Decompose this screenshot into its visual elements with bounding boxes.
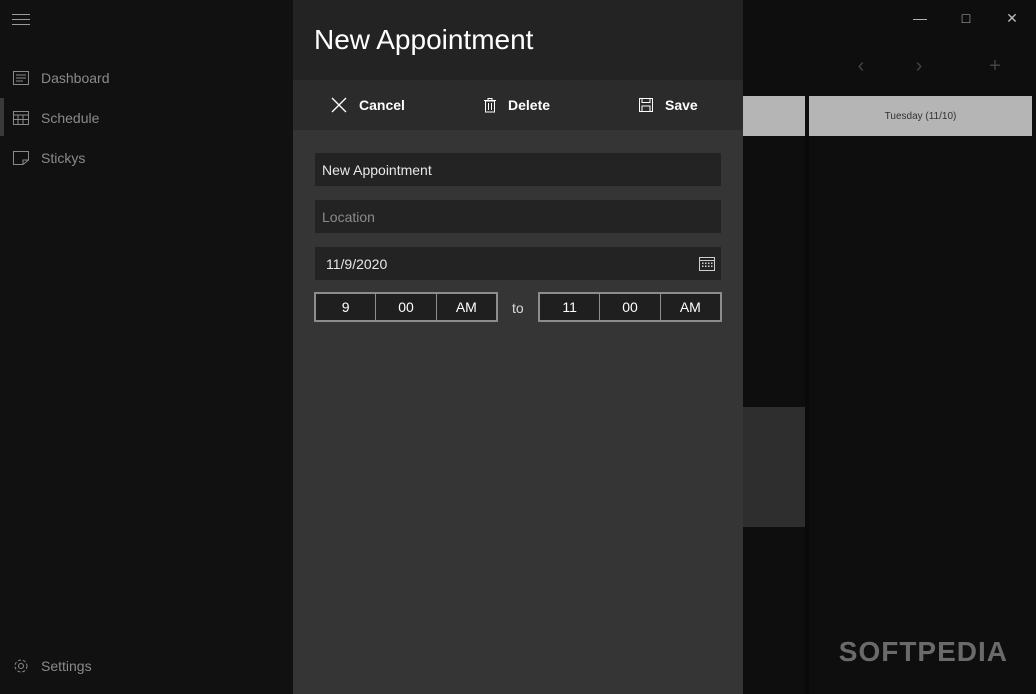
close-window-icon[interactable]: ✕ bbox=[1002, 8, 1022, 28]
delete-button[interactable]: Delete bbox=[484, 80, 550, 130]
appointment-title-input[interactable]: New Appointment bbox=[315, 153, 721, 186]
day-header-tuesday[interactable]: Tuesday (11/10) bbox=[809, 96, 1032, 136]
time-range-separator: to bbox=[512, 300, 524, 316]
nav-item-label: Settings bbox=[41, 658, 92, 674]
start-minute[interactable]: 00 bbox=[376, 294, 437, 320]
watermark-logo: SOFTPEDIA bbox=[838, 636, 1008, 667]
dialog-header: New Appointment bbox=[293, 0, 743, 80]
location-input[interactable]: Location bbox=[315, 200, 721, 233]
nav-item-label: Stickys bbox=[41, 150, 86, 166]
day-header-monday[interactable] bbox=[743, 96, 805, 136]
dialog-title: New Appointment bbox=[314, 24, 534, 55]
add-appointment-icon[interactable]: + bbox=[983, 54, 1007, 78]
date-value: 11/9/2020 bbox=[326, 255, 388, 272]
trash-icon bbox=[484, 97, 496, 112]
end-time-picker[interactable]: 11 00 AM bbox=[538, 292, 722, 322]
appointment-block[interactable] bbox=[743, 407, 805, 527]
save-icon bbox=[639, 98, 653, 112]
previous-week-icon[interactable]: ‹ bbox=[849, 54, 873, 78]
end-period[interactable]: AM bbox=[661, 294, 720, 320]
nav-item-stickys[interactable]: Stickys bbox=[0, 138, 293, 178]
day-header-label: Tuesday (11/10) bbox=[884, 110, 957, 122]
start-hour[interactable]: 9 bbox=[316, 294, 377, 320]
hamburger-menu-icon[interactable] bbox=[12, 14, 30, 28]
start-period[interactable]: AM bbox=[437, 294, 496, 320]
start-time-picker[interactable]: 9 00 AM bbox=[314, 292, 498, 322]
nav-item-dashboard[interactable]: Dashboard bbox=[0, 58, 293, 98]
save-button[interactable]: Save bbox=[639, 80, 698, 130]
close-icon bbox=[331, 97, 347, 113]
maximize-icon[interactable]: □ bbox=[956, 8, 976, 28]
calendar-icon[interactable] bbox=[699, 256, 715, 271]
end-hour[interactable]: 11 bbox=[540, 294, 601, 320]
new-appointment-dialog: New Appointment Cancel Delete Save New A… bbox=[293, 0, 743, 694]
nav-item-settings[interactable]: Settings bbox=[0, 646, 293, 686]
dashboard-icon bbox=[13, 71, 29, 85]
appointment-title-value: New Appointment bbox=[322, 161, 432, 178]
delete-label: Delete bbox=[508, 97, 551, 113]
gear-icon bbox=[14, 659, 28, 673]
location-placeholder: Location bbox=[322, 208, 375, 225]
save-label: Save bbox=[665, 97, 698, 113]
sticky-note-icon bbox=[13, 151, 29, 165]
minimize-icon[interactable]: — bbox=[910, 8, 930, 28]
date-picker[interactable]: 11/9/2020 bbox=[315, 247, 721, 280]
next-week-icon[interactable]: › bbox=[907, 54, 931, 78]
nav-item-label: Schedule bbox=[41, 110, 100, 126]
nav-item-schedule[interactable]: Schedule bbox=[0, 98, 293, 138]
cancel-button[interactable]: Cancel bbox=[331, 80, 405, 130]
calendar-icon bbox=[13, 111, 29, 125]
dialog-toolbar: Cancel Delete Save bbox=[293, 80, 743, 130]
day-column-divider bbox=[805, 136, 809, 694]
nav-item-label: Dashboard bbox=[41, 70, 110, 86]
cancel-label: Cancel bbox=[359, 97, 405, 113]
end-minute[interactable]: 00 bbox=[600, 294, 661, 320]
navigation-pane: Dashboard Schedule Stickys Settings bbox=[0, 0, 293, 694]
